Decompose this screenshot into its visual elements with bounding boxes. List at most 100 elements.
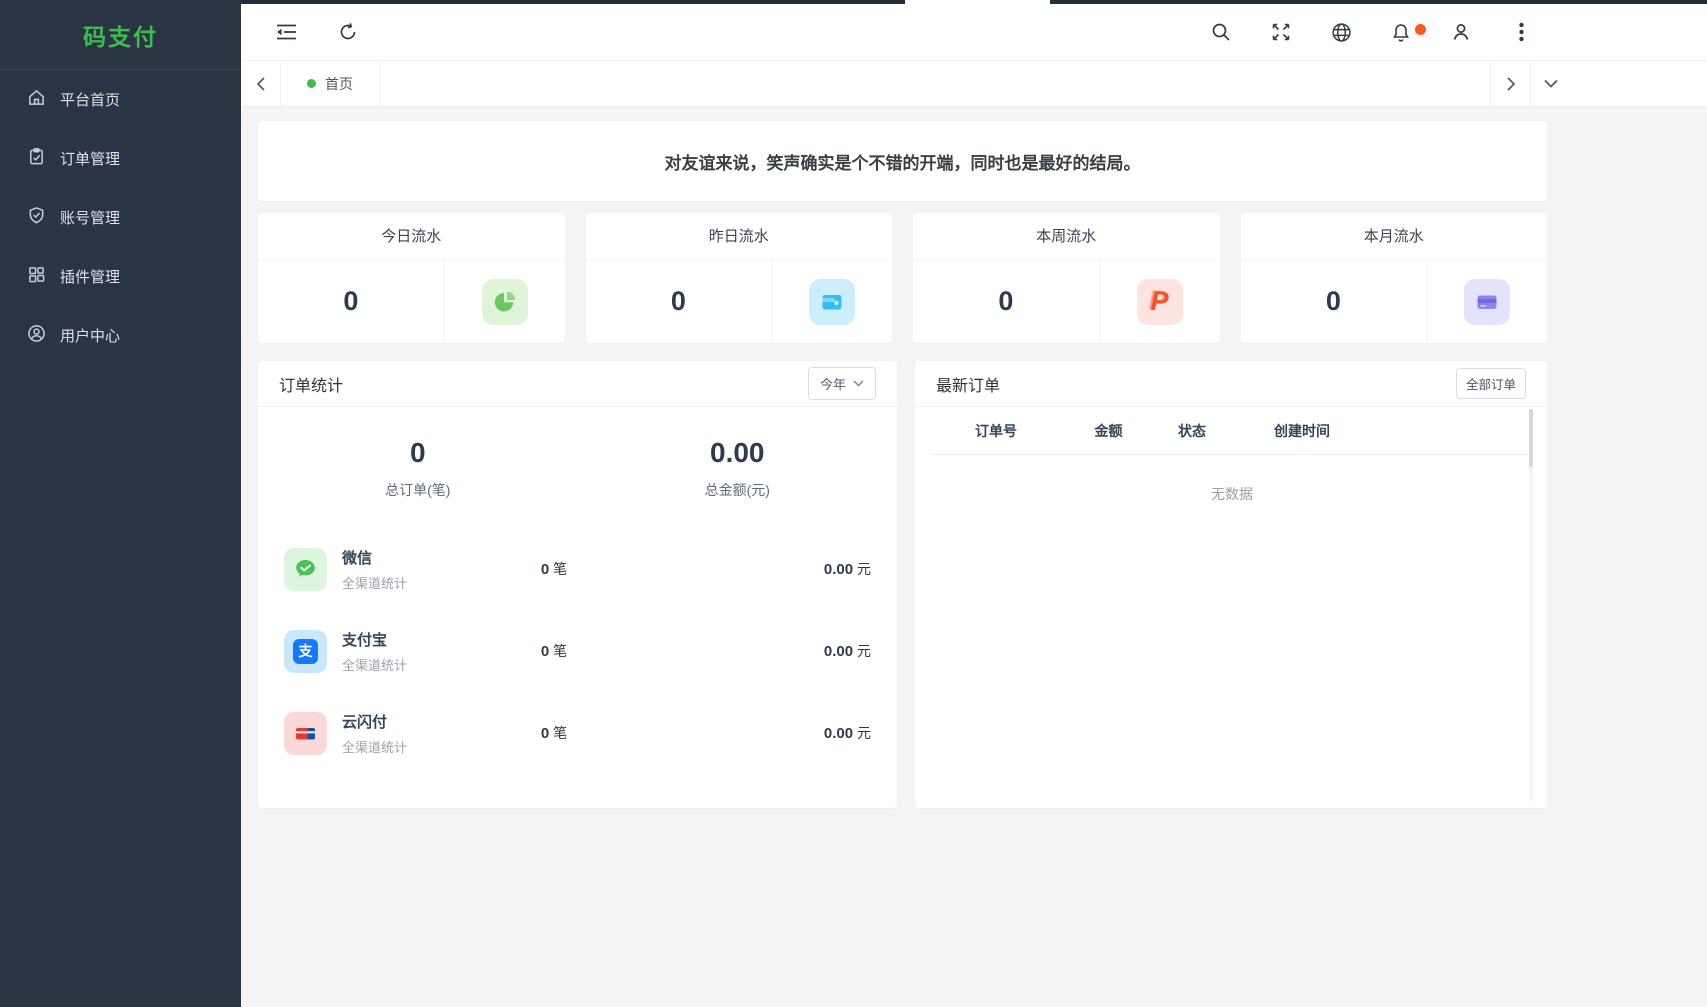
channel-name: 微信 <box>342 547 407 568</box>
total-orders-label: 总订单(笔) <box>258 480 578 500</box>
order-stats-panel: 订单统计 今年 0 总订单(笔) 0.00 总金额(元 <box>258 361 897 808</box>
sidebar-item-label: 插件管理 <box>60 266 120 287</box>
latest-orders-panel: 最新订单 全部订单 订单号 金额 状态 创建时间 无数据 <box>915 361 1547 808</box>
globe-icon[interactable] <box>1330 21 1352 43</box>
tabs-back-button[interactable] <box>241 61 281 106</box>
channel-name: 支付宝 <box>342 629 407 650</box>
top-loading-strip <box>241 0 905 4</box>
stat-card-value: 0 <box>913 260 1099 343</box>
total-orders-value: 0 <box>258 437 578 469</box>
column-amount: 金额 <box>1061 421 1156 441</box>
user-circle-icon <box>27 324 46 347</box>
sidebar-item-accounts[interactable]: 账号管理 <box>0 188 241 247</box>
stat-card-month: 本月流水 0 <box>1241 213 1548 343</box>
range-select-value: 今年 <box>820 374 846 393</box>
stat-card-title: 昨日流水 <box>586 213 893 260</box>
home-icon <box>27 88 46 111</box>
shield-check-icon <box>27 206 46 229</box>
tab-bar: 首页 <box>241 60 1707 107</box>
quote-text: 对友谊来说，笑声确实是个不错的开端，同时也是最好的结局。 <box>665 149 1141 174</box>
channel-count: 0 笔 <box>407 559 701 579</box>
empty-state-text: 无数据 <box>931 455 1533 533</box>
channel-name: 云闪付 <box>342 711 407 732</box>
credit-card-icon <box>1464 279 1510 325</box>
alipay-icon: 支 <box>284 630 327 673</box>
clipboard-icon <box>27 147 46 170</box>
channel-count: 0 笔 <box>407 723 701 743</box>
latest-orders-title: 最新订单 <box>936 372 1000 396</box>
app-root: 码支付 平台首页 订单管理 <box>0 0 1707 1007</box>
tab-label: 首页 <box>325 74 353 94</box>
stat-card-week: 本周流水 0 P <box>913 213 1220 343</box>
channel-row-alipay: 支 支付宝 全渠道统计 0 笔 0.00 元 <box>258 610 897 692</box>
sidebar-item-plugins[interactable]: 插件管理 <box>0 247 241 306</box>
notification-dot <box>1415 24 1426 35</box>
sidebar-item-orders[interactable]: 订单管理 <box>0 129 241 188</box>
channel-count: 0 笔 <box>407 641 701 661</box>
wallet-icon <box>809 279 855 325</box>
tabbar-end-padding <box>1570 61 1707 106</box>
main-area: 首页 对友谊来说，笑声确实是个不错的开端，同时也是最好的结局。 今日流水 <box>241 0 1707 1007</box>
grid-icon <box>27 265 46 288</box>
sidebar: 码支付 平台首页 订单管理 <box>0 0 241 1007</box>
channel-subtitle: 全渠道统计 <box>342 737 407 756</box>
page-content: 对友谊来说，笑声确实是个不错的开端，同时也是最好的结局。 今日流水 0 <box>258 121 1547 808</box>
column-created-time: 创建时间 <box>1228 421 1376 441</box>
search-icon[interactable] <box>1210 21 1232 43</box>
user-icon[interactable] <box>1450 21 1472 43</box>
tab-spacer <box>380 61 1490 106</box>
topbar <box>241 0 1707 60</box>
total-amount-label: 总金额(元) <box>578 480 898 500</box>
app-logo: 码支付 <box>0 0 241 70</box>
tabs-menu-button[interactable] <box>1530 61 1570 106</box>
channel-subtitle: 全渠道统计 <box>342 573 407 592</box>
stat-card-yesterday: 昨日流水 0 <box>586 213 893 343</box>
bell-icon[interactable] <box>1390 21 1412 43</box>
tab-home[interactable]: 首页 <box>281 61 380 106</box>
lower-panels: 订单统计 今年 0 总订单(笔) 0.00 总金额(元 <box>258 361 1547 808</box>
top-loading-strip <box>1050 0 1707 4</box>
table-scrollbar-track <box>1529 409 1533 801</box>
refresh-icon[interactable] <box>337 21 359 43</box>
range-select[interactable]: 今年 <box>808 367 876 400</box>
total-amount-value: 0.00 <box>578 437 898 469</box>
stat-card-value: 0 <box>258 260 444 343</box>
stat-card-title: 本月流水 <box>1241 213 1548 260</box>
quote-banner: 对友谊来说，笑声确实是个不错的开端，同时也是最好的结局。 <box>258 121 1547 201</box>
pie-chart-icon <box>482 279 528 325</box>
order-stats-title: 订单统计 <box>279 372 343 396</box>
paypal-icon: P <box>1137 279 1183 325</box>
channel-subtitle: 全渠道统计 <box>342 655 407 674</box>
active-tab-dot <box>307 79 316 88</box>
channel-row-unionpay: 云闪付 全渠道统计 0 笔 0.00 元 <box>258 692 897 774</box>
wechat-pay-icon <box>284 548 327 591</box>
table-scrollbar[interactable] <box>1529 409 1533 467</box>
kebab-menu-icon[interactable] <box>1510 21 1532 43</box>
stat-card-value: 0 <box>586 260 772 343</box>
chevron-down-icon <box>853 380 864 387</box>
sidebar-item-label: 用户中心 <box>60 325 120 346</box>
orders-table: 订单号 金额 状态 创建时间 无数据 <box>931 407 1533 533</box>
sidebar-nav: 平台首页 订单管理 账号管理 <box>0 70 241 365</box>
all-orders-button[interactable]: 全部订单 <box>1456 368 1526 399</box>
channel-row-wechat: 微信 全渠道统计 0 笔 0.00 元 <box>258 528 897 610</box>
channel-amount: 0.00 元 <box>701 723 871 743</box>
channel-amount: 0.00 元 <box>701 559 871 579</box>
stat-card-title: 今日流水 <box>258 213 565 260</box>
orders-table-header: 订单号 金额 状态 创建时间 <box>931 407 1533 455</box>
sidebar-item-user-center[interactable]: 用户中心 <box>0 306 241 365</box>
column-order-no: 订单号 <box>931 421 1061 441</box>
column-status: 状态 <box>1156 421 1228 441</box>
tabs-forward-button[interactable] <box>1490 61 1530 106</box>
order-totals: 0 总订单(笔) 0.00 总金额(元) <box>258 437 897 500</box>
stat-card-value: 0 <box>1241 260 1427 343</box>
fullscreen-icon[interactable] <box>1270 21 1292 43</box>
sidebar-item-home[interactable]: 平台首页 <box>0 70 241 129</box>
menu-fold-icon[interactable] <box>275 21 297 43</box>
stat-cards-row: 今日流水 0 <box>258 213 1547 343</box>
sidebar-item-label: 订单管理 <box>60 148 120 169</box>
channel-list: 微信 全渠道统计 0 笔 0.00 元 <box>258 528 897 774</box>
sidebar-item-label: 平台首页 <box>60 89 120 110</box>
stat-card-today: 今日流水 0 <box>258 213 565 343</box>
unionpay-icon <box>284 712 327 755</box>
